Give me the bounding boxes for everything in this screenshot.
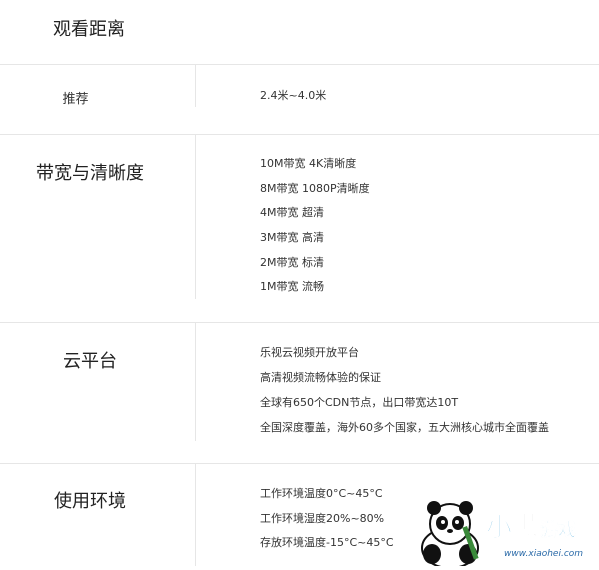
column-divider bbox=[195, 323, 196, 441]
value-cloud-3: 全球有650个CDN节点，出口带宽达10T bbox=[260, 396, 459, 409]
column-divider bbox=[195, 65, 196, 107]
section-title-bandwidth: 带宽与清晰度 bbox=[36, 163, 144, 184]
value-bandwidth-3: 4M带宽 超清 bbox=[260, 206, 324, 219]
value-bandwidth-6: 1M带宽 流畅 bbox=[260, 280, 324, 293]
value-environment-3: 存放环境温度-15°C~45°C bbox=[260, 536, 394, 549]
svg-text:www.xiaohei.com: www.xiaohei.com bbox=[504, 549, 583, 559]
section-title-viewing-distance: 观看距离 bbox=[53, 19, 125, 40]
site-watermark-logo: 小 黑 游戏 www.xiaohei.com bbox=[412, 496, 599, 569]
value-environment-1: 工作环境温度0°C~45°C bbox=[260, 487, 383, 500]
section-title-cloud-platform: 云平台 bbox=[63, 351, 117, 372]
column-divider bbox=[195, 464, 196, 566]
value-environment-2: 工作环境湿度20%~80% bbox=[260, 512, 385, 525]
row-divider bbox=[0, 463, 599, 464]
section-title-environment: 使用环境 bbox=[54, 491, 126, 512]
row-divider bbox=[0, 134, 599, 135]
value-recommended-distance: 2.4米~4.0米 bbox=[260, 89, 327, 102]
svg-text:黑: 黑 bbox=[512, 511, 538, 541]
value-bandwidth-4: 3M带宽 高清 bbox=[260, 231, 324, 244]
value-cloud-2: 高清视频流畅体验的保证 bbox=[260, 371, 381, 384]
svg-text:游戏: 游戏 bbox=[540, 519, 576, 541]
value-bandwidth-5: 2M带宽 标清 bbox=[260, 256, 324, 269]
column-divider bbox=[195, 135, 196, 299]
value-cloud-4: 全国深度覆盖，海外60多个国家，五大洲核心城市全面覆盖 bbox=[260, 421, 549, 434]
svg-text:小: 小 bbox=[486, 513, 512, 543]
value-bandwidth-1: 10M带宽 4K清晰度 bbox=[260, 157, 357, 170]
row-divider bbox=[0, 64, 599, 65]
value-bandwidth-2: 8M带宽 1080P清晰度 bbox=[260, 182, 370, 195]
value-cloud-1: 乐视云视频开放平台 bbox=[260, 346, 359, 359]
section-title-recommended: 推荐 bbox=[62, 92, 89, 107]
row-divider bbox=[0, 322, 599, 323]
spec-table: 观看距离 推荐 2.4米~4.0米 带宽与清晰度 10M带宽 4K清晰度 8M带… bbox=[0, 0, 599, 566]
panda-icon: 小 黑 游戏 www.xiaohei.com bbox=[421, 501, 583, 569]
